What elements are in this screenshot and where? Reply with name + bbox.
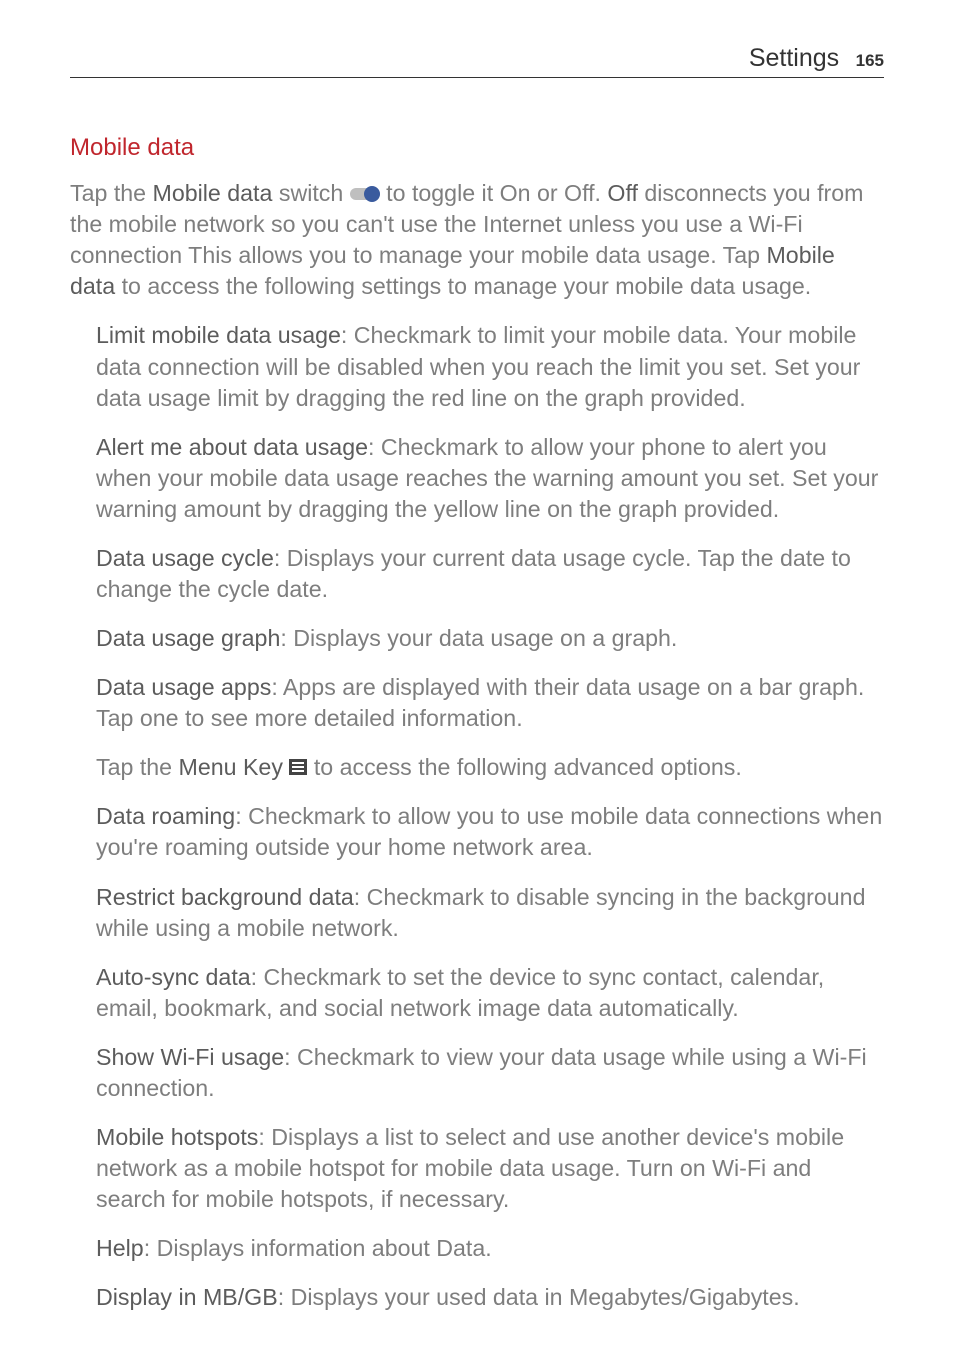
setting-desc: : Displays your data usage on a graph.	[280, 625, 677, 651]
text: to access the following settings to mana…	[115, 273, 811, 299]
setting-term: Alert me about data usage	[96, 434, 368, 460]
section-heading: Mobile data	[70, 132, 884, 164]
setting-data-roaming: Data roaming: Checkmark to allow you to …	[70, 801, 884, 863]
bold-off: Off	[607, 180, 638, 206]
content: Mobile data Tap the Mobile data switch t…	[0, 78, 954, 1371]
setting-restrict-background: Restrict background data: Checkmark to d…	[70, 882, 884, 944]
setting-term: Auto-sync data	[96, 964, 251, 990]
page-number: 165	[856, 51, 884, 70]
text: switch	[272, 180, 349, 206]
setting-help: Help: Displays information about Data.	[70, 1233, 884, 1264]
header-title: Settings	[749, 44, 839, 72]
setting-term: Mobile hotspots	[96, 1124, 258, 1150]
text: to toggle it On or Off.	[380, 180, 608, 206]
setting-data-usage-graph: Data usage graph: Displays your data usa…	[70, 623, 884, 654]
setting-term: Help	[96, 1235, 144, 1261]
setting-term: Show Wi-Fi usage	[96, 1044, 284, 1070]
setting-desc: : Displays your used data in Megabytes/G…	[278, 1284, 800, 1310]
setting-term: Data usage apps	[96, 674, 271, 700]
setting-display-mb-gb: Display in MB/GB: Displays your used dat…	[70, 1282, 884, 1313]
intro-paragraph: Tap the Mobile data switch to toggle it …	[70, 178, 884, 302]
setting-term: Display in MB/GB	[96, 1284, 278, 1310]
setting-limit-mobile-data: Limit mobile data usage: Checkmark to li…	[70, 320, 884, 413]
text: Tap the	[96, 754, 179, 780]
setting-mobile-hotspots: Mobile hotspots: Displays a list to sele…	[70, 1122, 884, 1215]
setting-desc: : Displays information about Data.	[144, 1235, 492, 1261]
page-header: Settings 165	[70, 44, 884, 78]
setting-term: Data usage graph	[96, 625, 280, 651]
text: Tap the	[70, 180, 153, 206]
toggle-switch-icon	[350, 185, 380, 201]
setting-data-usage-cycle: Data usage cycle: Displays your current …	[70, 543, 884, 605]
bold-menu-key: Menu Key	[179, 754, 283, 780]
setting-alert-data-usage: Alert me about data usage: Checkmark to …	[70, 432, 884, 525]
text: to access the following advanced options…	[307, 754, 741, 780]
menu-key-icon	[289, 759, 307, 775]
setting-term: Data roaming	[96, 803, 235, 829]
setting-show-wifi-usage: Show Wi-Fi usage: Checkmark to view your…	[70, 1042, 884, 1104]
menu-key-line: Tap the Menu Key to access the following…	[70, 752, 884, 783]
setting-term: Data usage cycle	[96, 545, 274, 571]
setting-data-usage-apps: Data usage apps: Apps are displayed with…	[70, 672, 884, 734]
setting-term: Limit mobile data usage	[96, 322, 341, 348]
bold-mobile-data: Mobile data	[153, 180, 273, 206]
setting-term: Restrict background data	[96, 884, 354, 910]
setting-auto-sync: Auto-sync data: Checkmark to set the dev…	[70, 962, 884, 1024]
